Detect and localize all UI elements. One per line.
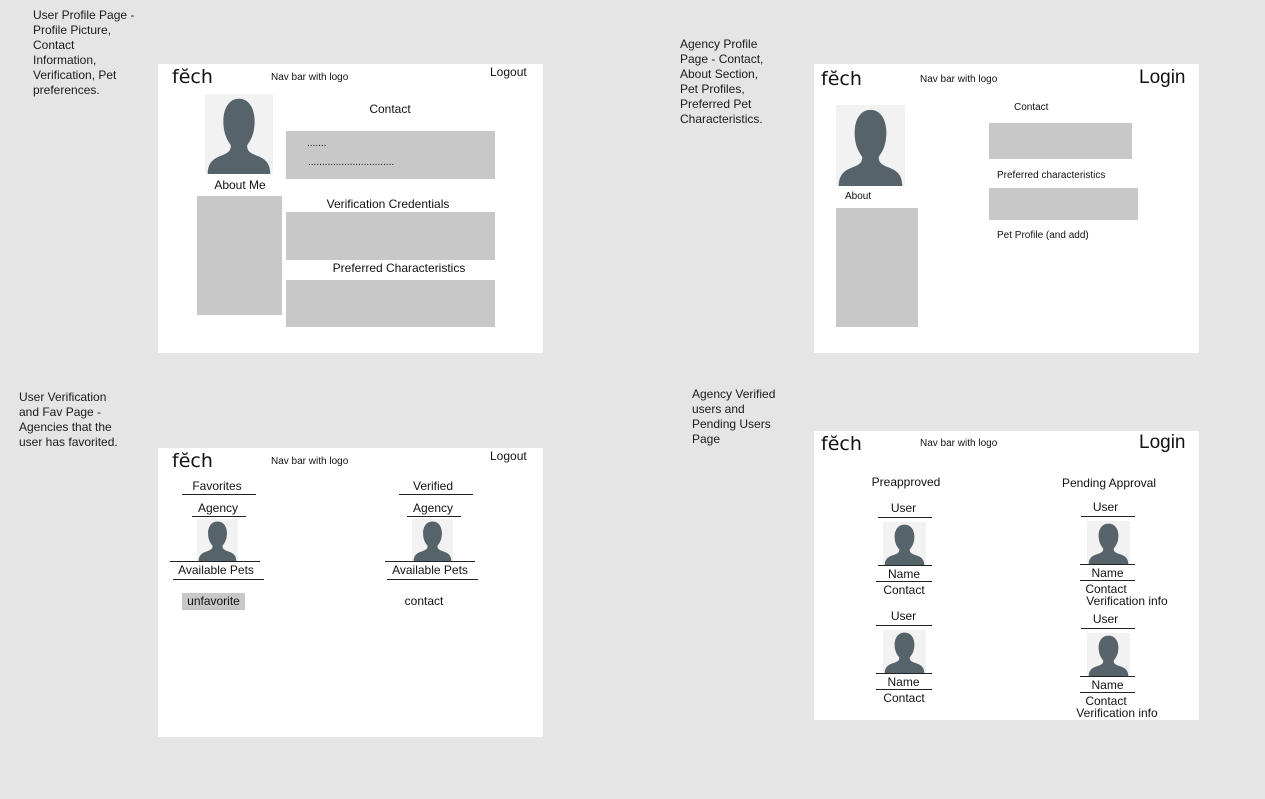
nav-bar-label: Nav bar with logo — [271, 72, 349, 83]
verification-box[interactable] — [286, 212, 495, 260]
verified-agency-label[interactable]: Agency — [407, 501, 459, 515]
verified-header: Verified — [412, 479, 454, 493]
logout-link[interactable]: Logout — [490, 449, 527, 463]
divider — [1081, 516, 1135, 517]
contact-box[interactable] — [989, 123, 1132, 159]
pending-header: Pending Approval — [1061, 476, 1157, 490]
nav-bar-label: Nav bar with logo — [271, 456, 349, 467]
divider — [385, 561, 475, 562]
agency-avatar[interactable] — [412, 519, 453, 561]
divider — [1080, 676, 1135, 677]
contact-line-2: ............................... — [308, 157, 395, 168]
user-name[interactable]: Name — [1080, 678, 1135, 692]
about-me-box[interactable] — [197, 196, 282, 315]
divider — [399, 494, 473, 495]
logo[interactable]: fĕch — [821, 68, 862, 90]
user-contact[interactable]: Contact — [874, 583, 934, 597]
login-link[interactable]: Login — [1139, 67, 1186, 89]
about-label: About — [845, 191, 872, 202]
contact-label: Contact — [1014, 102, 1049, 113]
preapproved-header: Preapproved — [871, 475, 941, 489]
divider — [173, 579, 264, 580]
pet-profile-label[interactable]: Pet Profile (and add) — [997, 230, 1089, 241]
favorites-header: Favorites — [192, 479, 242, 493]
pending-user-label: User — [1092, 500, 1119, 514]
logo[interactable]: fĕch — [172, 66, 213, 88]
user-profile-frame: fĕch Nav bar with logo Logout About Me C… — [158, 64, 543, 353]
person-icon — [884, 524, 925, 565]
divider — [1080, 580, 1135, 581]
divider — [170, 561, 260, 562]
contact-box[interactable]: ....... ............................... — [286, 131, 495, 179]
contact-button[interactable]: contact — [394, 594, 454, 608]
user-verification-note: User Verification and Fav Page - Agencie… — [19, 390, 118, 449]
divider — [876, 625, 932, 626]
user-avatar[interactable] — [1087, 633, 1130, 676]
divider — [407, 516, 461, 517]
contact-label: Contact — [369, 102, 411, 116]
about-me-label: About Me — [214, 178, 266, 192]
user-profile-note: User Profile Page - Profile Picture, Con… — [33, 8, 135, 97]
preferred-box[interactable] — [989, 188, 1138, 220]
verified-available-pets[interactable]: Available Pets — [384, 563, 476, 577]
person-icon — [1088, 635, 1129, 676]
person-icon — [1088, 523, 1129, 564]
user-name[interactable]: Name — [1080, 566, 1135, 580]
user-name[interactable]: Name — [878, 567, 930, 581]
preferred-label: Preferred characteristics — [997, 170, 1106, 181]
profile-picture[interactable] — [205, 94, 273, 174]
person-icon — [198, 521, 237, 561]
divider — [182, 494, 256, 495]
user-avatar[interactable] — [1087, 521, 1130, 564]
person-icon — [838, 109, 903, 186]
divider — [1080, 564, 1135, 565]
person-icon — [207, 98, 271, 174]
favorites-available-pets[interactable]: Available Pets — [170, 563, 262, 577]
preapproved-user-label: User — [890, 609, 917, 623]
user-avatar[interactable] — [883, 630, 926, 673]
logo[interactable]: fĕch — [172, 450, 213, 472]
divider — [876, 689, 932, 690]
person-icon — [884, 632, 925, 673]
unfavorite-button[interactable]: unfavorite — [182, 593, 245, 610]
person-icon — [413, 521, 452, 561]
user-name[interactable]: Name — [876, 675, 931, 689]
divider — [878, 565, 932, 566]
agency-users-frame: fĕch Nav bar with logo Login Preapproved… — [814, 431, 1199, 720]
divider — [387, 579, 478, 580]
agency-avatar[interactable] — [197, 519, 238, 561]
divider — [878, 517, 932, 518]
about-box[interactable] — [836, 208, 918, 327]
divider — [1081, 628, 1135, 629]
preapproved-user-label: User — [890, 501, 917, 515]
divider — [876, 581, 932, 582]
verification-info[interactable]: Verification info — [1076, 594, 1178, 608]
nav-bar-label: Nav bar with logo — [920, 74, 998, 85]
verification-info[interactable]: Verification info — [1066, 706, 1168, 720]
agency-profile-note: Agency Profile Page - Contact, About Sec… — [680, 37, 764, 126]
verification-label: Verification Credentials — [326, 197, 450, 211]
user-favorites-frame: fĕch Nav bar with logo Logout Favorites … — [158, 448, 543, 737]
nav-bar-label: Nav bar with logo — [920, 438, 998, 449]
preferred-label: Preferred Characteristics — [332, 261, 466, 275]
divider — [192, 516, 246, 517]
agency-verified-note: Agency Verified users and Pending Users … — [692, 387, 776, 446]
agency-profile-frame: fĕch Nav bar with logo Login About Conta… — [814, 64, 1199, 353]
logo[interactable]: fĕch — [821, 433, 862, 455]
divider — [876, 673, 932, 674]
user-contact[interactable]: Contact — [874, 691, 934, 705]
user-avatar[interactable] — [883, 522, 926, 565]
preferred-box[interactable] — [286, 280, 495, 327]
login-link[interactable]: Login — [1139, 432, 1186, 454]
favorites-agency-label[interactable]: Agency — [192, 501, 244, 515]
logout-link[interactable]: Logout — [490, 65, 527, 79]
pending-user-label: User — [1092, 612, 1119, 626]
contact-line-1: ....... — [307, 138, 327, 149]
divider — [1080, 692, 1135, 693]
agency-picture[interactable] — [836, 105, 905, 186]
